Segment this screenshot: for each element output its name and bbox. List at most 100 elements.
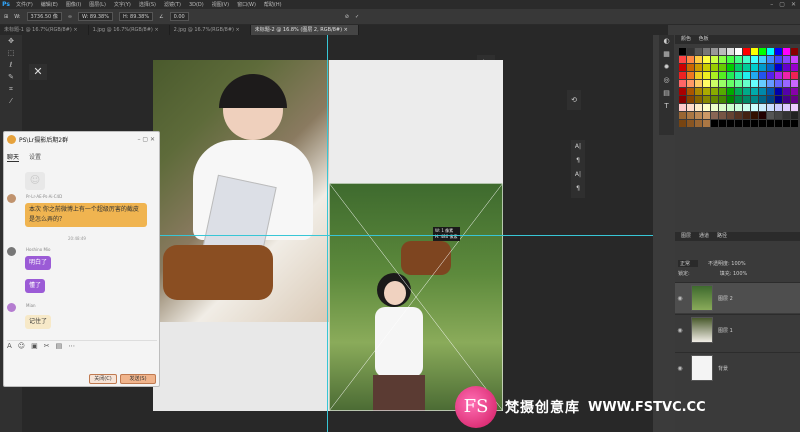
swatch[interactable] bbox=[719, 80, 726, 87]
swatch[interactable] bbox=[751, 80, 758, 87]
swatch[interactable] bbox=[783, 112, 790, 119]
swatch[interactable] bbox=[727, 112, 734, 119]
swatch[interactable] bbox=[703, 112, 710, 119]
swatch[interactable] bbox=[687, 48, 694, 55]
angle-input[interactable]: 0.00 bbox=[169, 12, 189, 21]
swatch[interactable] bbox=[791, 56, 798, 63]
swatch[interactable] bbox=[719, 104, 726, 111]
swatch[interactable] bbox=[719, 112, 726, 119]
swatch[interactable] bbox=[751, 104, 758, 111]
swatch[interactable] bbox=[727, 72, 734, 79]
swatch[interactable] bbox=[727, 56, 734, 63]
swatch[interactable] bbox=[727, 64, 734, 71]
restore-button[interactable]: ▢ bbox=[779, 0, 785, 9]
swatch[interactable] bbox=[767, 120, 774, 127]
swatch[interactable] bbox=[783, 72, 790, 79]
menu-filter[interactable]: 滤镜(T) bbox=[160, 1, 185, 8]
swatch[interactable] bbox=[711, 120, 718, 127]
swatch[interactable] bbox=[679, 80, 686, 87]
swatch[interactable] bbox=[679, 120, 686, 127]
swatch[interactable] bbox=[791, 48, 798, 55]
swatch[interactable] bbox=[727, 104, 734, 111]
swatch[interactable] bbox=[759, 48, 766, 55]
swatch[interactable] bbox=[719, 72, 726, 79]
swatch[interactable] bbox=[703, 48, 710, 55]
swatch[interactable] bbox=[711, 96, 718, 103]
swatch[interactable] bbox=[759, 72, 766, 79]
swatch[interactable] bbox=[751, 56, 758, 63]
eyedropper-icon[interactable]: ⁄ bbox=[0, 95, 22, 107]
tab-paths[interactable]: 路径 bbox=[717, 232, 727, 241]
h-percent-input[interactable]: H: 89.38% bbox=[119, 12, 154, 21]
swatch[interactable] bbox=[719, 88, 726, 95]
swatch[interactable] bbox=[775, 88, 782, 95]
type-panel-icon[interactable]: T bbox=[659, 100, 674, 113]
swatch[interactable] bbox=[751, 96, 758, 103]
swatch[interactable] bbox=[775, 64, 782, 71]
swatch[interactable] bbox=[695, 112, 702, 119]
swatch[interactable] bbox=[735, 48, 742, 55]
swatch[interactable] bbox=[695, 64, 702, 71]
swatch[interactable] bbox=[703, 72, 710, 79]
swatch[interactable] bbox=[735, 96, 742, 103]
swatch[interactable] bbox=[695, 72, 702, 79]
swatch[interactable] bbox=[775, 72, 782, 79]
swatch[interactable] bbox=[783, 64, 790, 71]
swatch[interactable] bbox=[719, 56, 726, 63]
font-icon[interactable]: A bbox=[7, 342, 12, 351]
swatch[interactable] bbox=[679, 56, 686, 63]
swatch[interactable] bbox=[711, 72, 718, 79]
swatch[interactable] bbox=[775, 104, 782, 111]
swatch[interactable] bbox=[679, 104, 686, 111]
swatch[interactable] bbox=[775, 96, 782, 103]
swatch[interactable] bbox=[727, 120, 734, 127]
paragraph-style-icon[interactable]: ¶ bbox=[571, 182, 585, 196]
swatch[interactable] bbox=[703, 64, 710, 71]
swatch[interactable] bbox=[695, 56, 702, 63]
tab-swatches[interactable]: 色板 bbox=[699, 36, 709, 42]
swatch[interactable] bbox=[759, 80, 766, 87]
menu-select[interactable]: 选择(S) bbox=[135, 1, 160, 8]
swatch[interactable] bbox=[719, 48, 726, 55]
swatch[interactable] bbox=[679, 88, 686, 95]
swatch[interactable] bbox=[759, 56, 766, 63]
layer-row[interactable]: ◉ 图层 1 bbox=[675, 314, 800, 345]
swatch[interactable] bbox=[743, 56, 750, 63]
swatch[interactable] bbox=[775, 56, 782, 63]
swatch[interactable] bbox=[743, 120, 750, 127]
swatch[interactable] bbox=[791, 72, 798, 79]
swatch[interactable] bbox=[743, 48, 750, 55]
minimize-button[interactable]: – bbox=[770, 0, 773, 9]
visibility-eye-icon[interactable]: ◉ bbox=[675, 365, 685, 372]
swatch[interactable] bbox=[751, 88, 758, 95]
swatch[interactable] bbox=[791, 112, 798, 119]
swatch[interactable] bbox=[695, 120, 702, 127]
swatch[interactable] bbox=[695, 104, 702, 111]
swatch[interactable] bbox=[759, 120, 766, 127]
swatch[interactable] bbox=[767, 88, 774, 95]
swatch[interactable] bbox=[791, 96, 798, 103]
character-icon[interactable]: A| bbox=[571, 140, 585, 154]
tab-untitled-2[interactable]: 未标题-2 @ 16.8% (图层 2, RGB/8#) × bbox=[250, 25, 359, 35]
visibility-eye-icon[interactable]: ◉ bbox=[675, 327, 685, 334]
swatch[interactable] bbox=[703, 80, 710, 87]
tab-2-jpg[interactable]: 2.jpg @ 16.7%(RGB/8#) × bbox=[170, 25, 251, 35]
swatch[interactable] bbox=[783, 48, 790, 55]
swatch[interactable] bbox=[679, 96, 686, 103]
adjustments-panel-icon[interactable]: ✹ bbox=[659, 61, 674, 74]
history-icon[interactable]: ⟲ bbox=[567, 90, 581, 110]
swatch[interactable] bbox=[735, 80, 742, 87]
swatch[interactable] bbox=[791, 104, 798, 111]
menu-help[interactable]: 帮助(H) bbox=[260, 1, 286, 8]
menu-file[interactable]: 文件(F) bbox=[12, 1, 37, 8]
swatch[interactable] bbox=[735, 64, 742, 71]
swatch[interactable] bbox=[719, 64, 726, 71]
swatch[interactable] bbox=[759, 64, 766, 71]
swatch[interactable] bbox=[759, 88, 766, 95]
swatch[interactable] bbox=[687, 80, 694, 87]
cancel-transform-button[interactable]: ⊘ bbox=[345, 14, 349, 20]
swatch[interactable] bbox=[783, 80, 790, 87]
quick-select-icon[interactable]: ✎ bbox=[0, 71, 22, 83]
swatch[interactable] bbox=[727, 48, 734, 55]
swatch[interactable] bbox=[735, 104, 742, 111]
